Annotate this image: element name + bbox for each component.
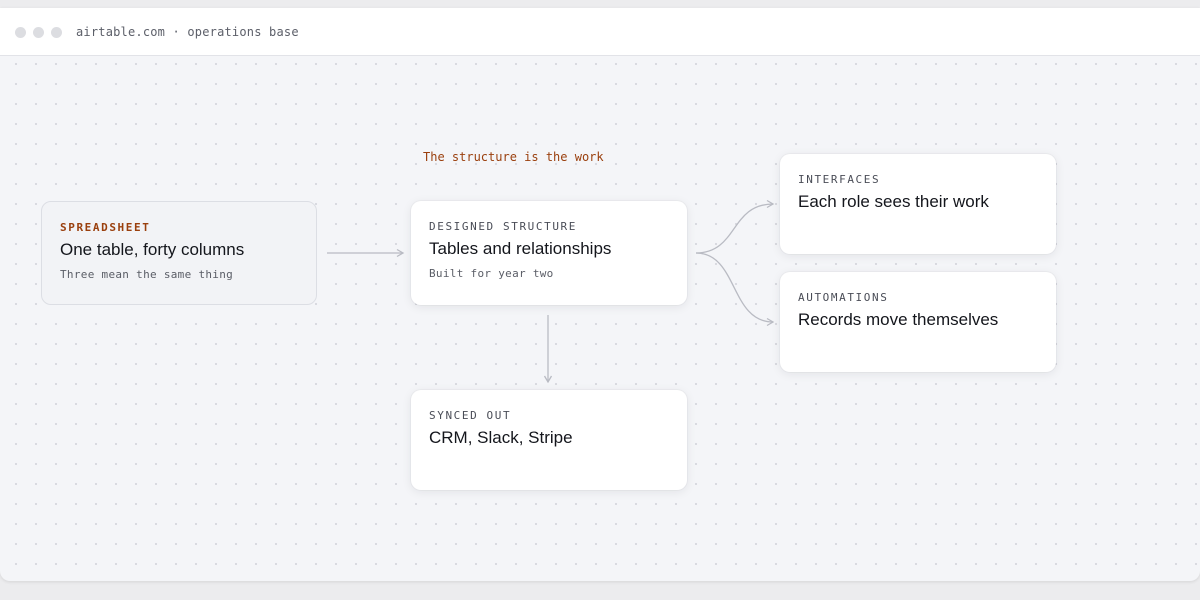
node-spreadsheet[interactable]: SPREADSHEET One table, forty columns Thr… [41, 201, 317, 305]
node-heading: Tables and relationships [429, 239, 612, 258]
node-eyebrow: SPREADSHEET [60, 221, 151, 234]
node-synced-out[interactable]: SYNCED OUT CRM, Slack, Stripe [411, 390, 687, 490]
node-designed-structure[interactable]: DESIGNED STRUCTURE Tables and relationsh… [411, 201, 687, 305]
node-subtext: Built for year two [429, 267, 554, 280]
node-eyebrow: AUTOMATIONS [798, 291, 889, 304]
node-automations[interactable]: AUTOMATIONS Records move themselves [780, 272, 1056, 372]
node-eyebrow: SYNCED OUT [429, 409, 512, 422]
arrow-structure-to-interfaces [695, 199, 775, 254]
node-subtext: Three mean the same thing [60, 268, 234, 281]
node-interfaces[interactable]: INTERFACES Each role sees their work [780, 154, 1056, 254]
node-heading: One table, forty columns [60, 240, 245, 259]
node-heading: CRM, Slack, Stripe [429, 428, 573, 447]
browser-window: airtable.com · operations base The struc… [0, 8, 1200, 581]
arrow-structure-to-automations [695, 252, 775, 327]
node-heading: Each role sees their work [798, 192, 989, 211]
diagram-caption: The structure is the work [423, 150, 604, 164]
node-heading: Records move themselves [798, 310, 999, 329]
node-eyebrow: DESIGNED STRUCTURE [429, 220, 578, 233]
node-eyebrow: INTERFACES [798, 173, 881, 186]
